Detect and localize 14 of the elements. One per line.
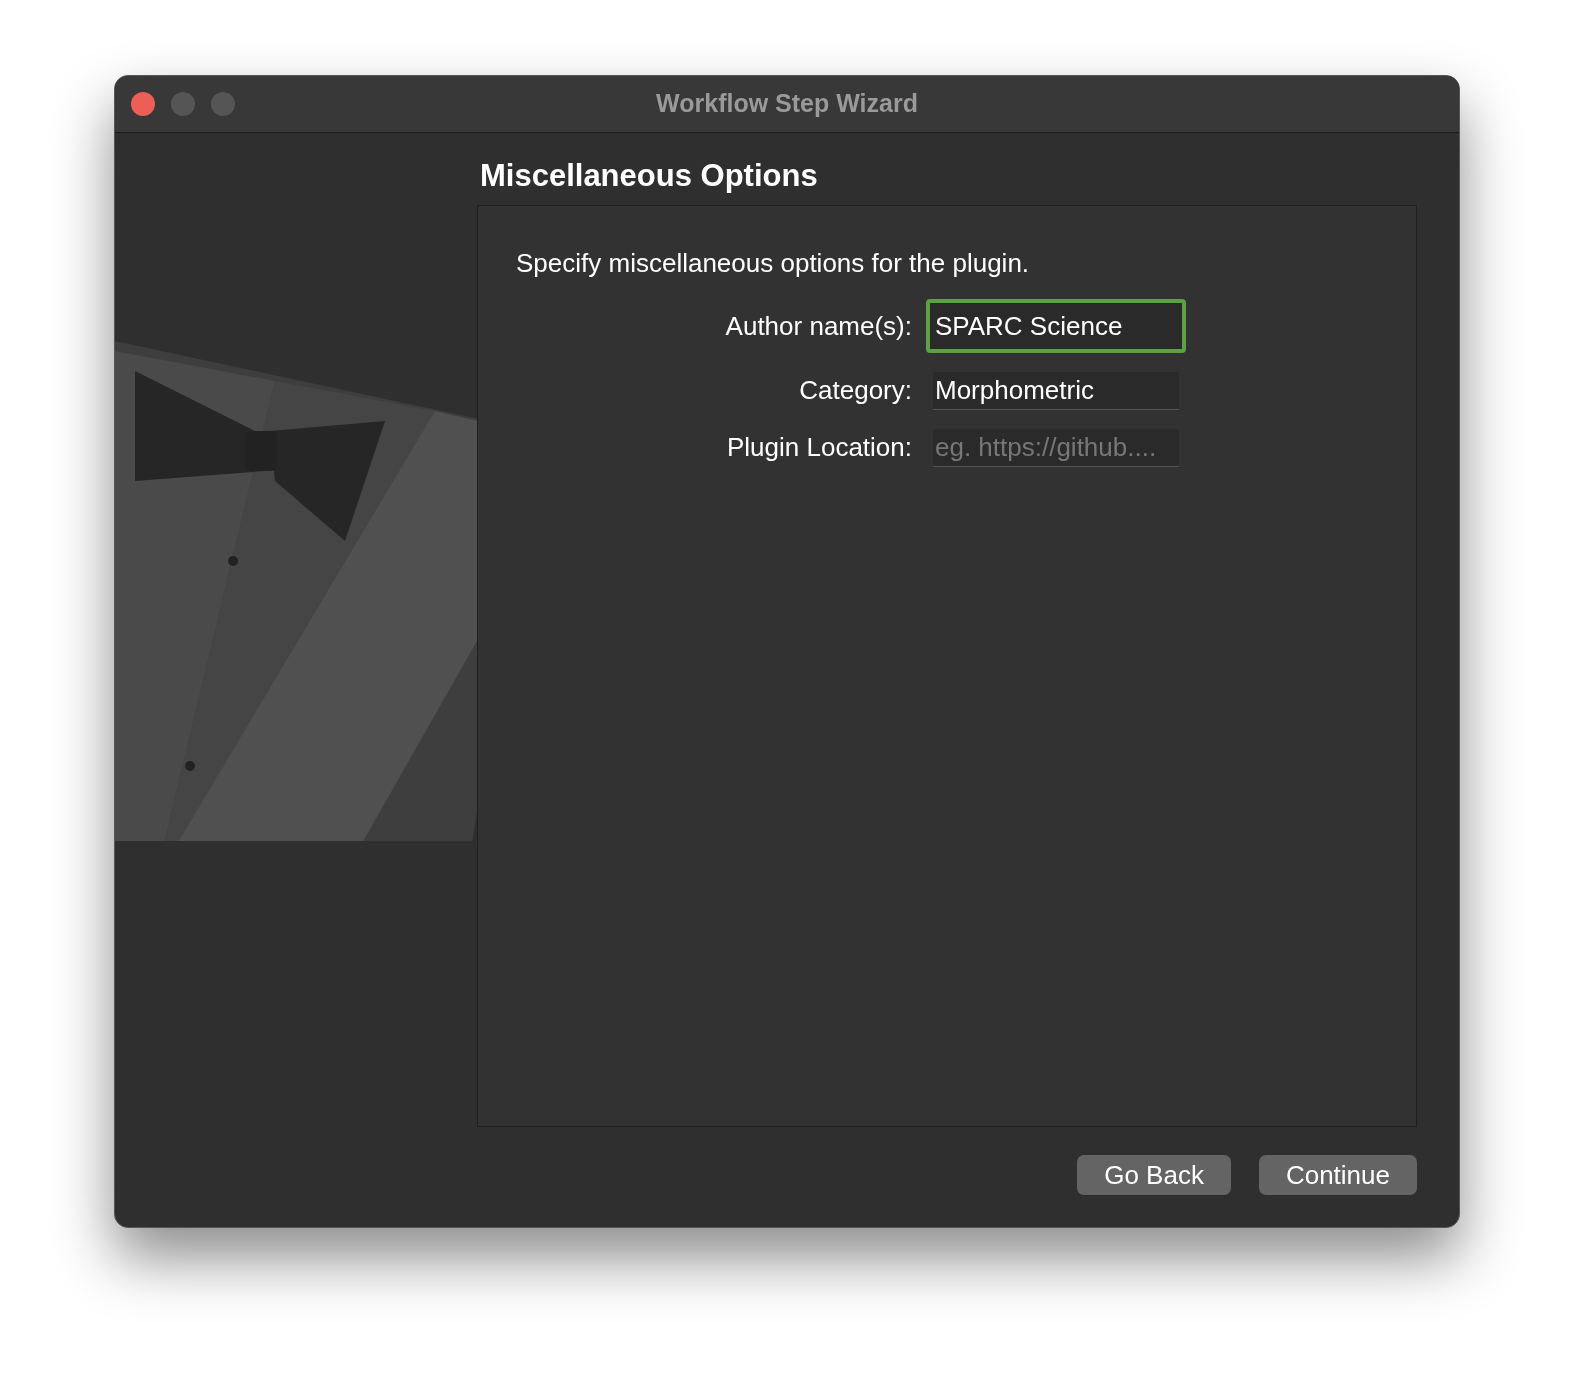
description-text: Specify miscellaneous options for the plugin. bbox=[516, 247, 1031, 280]
zoom-button[interactable] bbox=[211, 92, 235, 116]
text-field[interactable]: Morphometric bbox=[933, 371, 1179, 410]
window-title: Workflow Step Wizard bbox=[656, 88, 918, 120]
text-field[interactable]: SPARC Science bbox=[926, 299, 1186, 353]
go-back-button[interactable]: Go Back bbox=[1077, 1155, 1231, 1195]
close-button[interactable] bbox=[131, 92, 155, 116]
section-heading: Miscellaneous Options bbox=[480, 157, 819, 195]
field-label: Category: bbox=[798, 374, 913, 407]
minimize-button[interactable] bbox=[171, 92, 195, 116]
text-field[interactable]: eg. https://github.... bbox=[933, 428, 1179, 467]
continue-button[interactable]: Continue bbox=[1258, 1155, 1417, 1195]
field-label: Author name(s): bbox=[724, 309, 913, 343]
field-label: Plugin Location: bbox=[725, 431, 913, 464]
